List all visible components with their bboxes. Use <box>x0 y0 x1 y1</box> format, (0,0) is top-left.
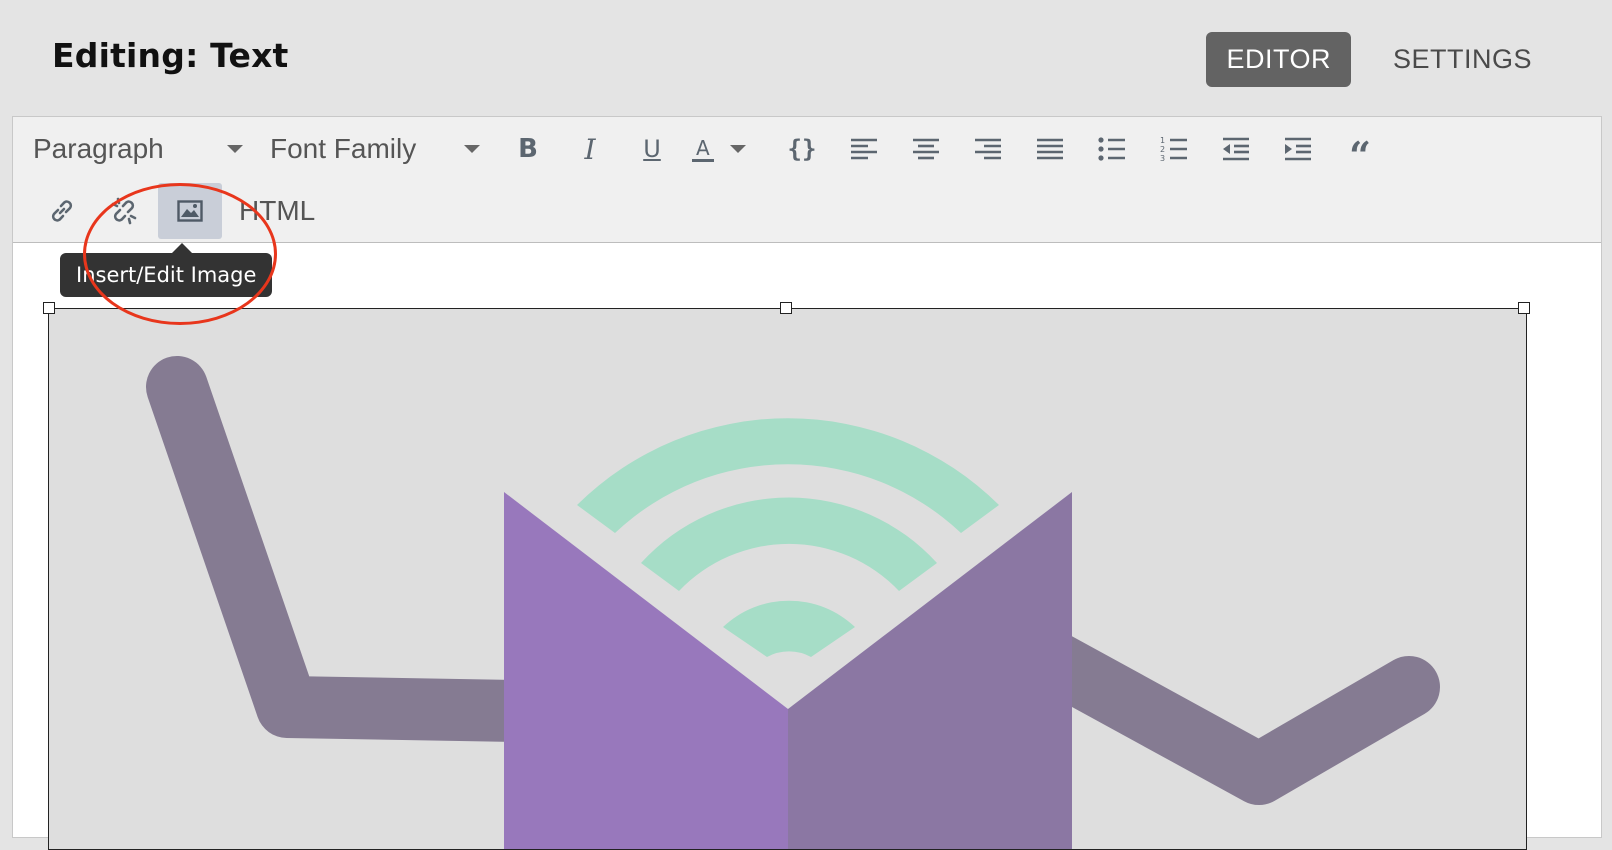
mode-tabs: EDITOR SETTINGS <box>1206 32 1552 87</box>
chevron-down-icon <box>729 145 746 153</box>
align-left-button[interactable] <box>842 126 886 172</box>
unlink-button[interactable] <box>102 188 146 234</box>
link-icon <box>51 200 73 222</box>
unlink-icon <box>111 197 137 225</box>
indent-button[interactable] <box>1276 126 1320 172</box>
audiobook-illustration <box>49 309 1526 849</box>
bold-icon: B <box>518 134 538 164</box>
outdent-button[interactable] <box>1214 126 1258 172</box>
svg-text:3: 3 <box>1160 154 1165 162</box>
code-icon: {} <box>787 135 817 163</box>
text-color-icon: A <box>692 137 714 162</box>
svg-text:2: 2 <box>1160 145 1165 154</box>
image-icon <box>177 200 203 222</box>
tab-editor[interactable]: EDITOR <box>1206 32 1351 87</box>
numbered-list-icon: 123 <box>1160 136 1187 162</box>
underline-button[interactable]: U <box>630 126 674 172</box>
page-title: Editing: Text <box>52 36 289 75</box>
bold-button[interactable]: B <box>506 126 550 172</box>
tab-settings[interactable]: SETTINGS <box>1373 32 1552 87</box>
blockquote-icon: “ <box>1349 133 1371 178</box>
align-justify-button[interactable] <box>1028 126 1072 172</box>
link-button[interactable] <box>40 188 84 234</box>
italic-icon: I <box>584 132 596 166</box>
bullet-list-icon <box>1098 137 1125 161</box>
indent-icon <box>1285 137 1311 161</box>
numbered-list-button[interactable]: 123 <box>1152 126 1196 172</box>
outdent-icon <box>1223 137 1249 161</box>
align-right-button[interactable] <box>966 126 1010 172</box>
selected-image[interactable] <box>48 308 1527 850</box>
align-center-button[interactable] <box>904 126 948 172</box>
resize-handle-top-right[interactable] <box>1518 302 1530 314</box>
code-button[interactable]: {} <box>780 126 824 172</box>
resize-handle-top-left[interactable] <box>43 302 55 314</box>
chevron-down-icon <box>464 145 480 153</box>
image-button[interactable] <box>158 183 222 239</box>
editor-toolbar: Paragraph Font Family B I U A {} 1 2 3 “… <box>13 117 1601 243</box>
text-color-button[interactable]: A <box>692 126 762 172</box>
underline-icon: U <box>643 135 661 163</box>
blockquote-button[interactable]: “ <box>1338 126 1382 178</box>
block-format-select[interactable]: Paragraph <box>33 124 253 174</box>
resize-handle-top-center[interactable] <box>780 302 792 314</box>
svg-text:1: 1 <box>1160 136 1165 145</box>
align-right-icon <box>975 138 1001 160</box>
chevron-down-icon <box>227 145 243 153</box>
font-family-value: Font Family <box>270 133 417 164</box>
italic-button[interactable]: I <box>568 126 612 172</box>
block-format-value: Paragraph <box>33 133 164 164</box>
bullet-list-button[interactable] <box>1090 126 1134 172</box>
tooltip-arrow <box>172 243 192 253</box>
align-left-icon <box>851 138 877 160</box>
align-center-icon <box>913 138 939 160</box>
align-justify-icon <box>1037 138 1063 160</box>
html-button[interactable]: HTML <box>239 195 315 227</box>
font-family-select[interactable]: Font Family <box>270 124 490 174</box>
tooltip: Insert/Edit Image <box>60 253 273 297</box>
